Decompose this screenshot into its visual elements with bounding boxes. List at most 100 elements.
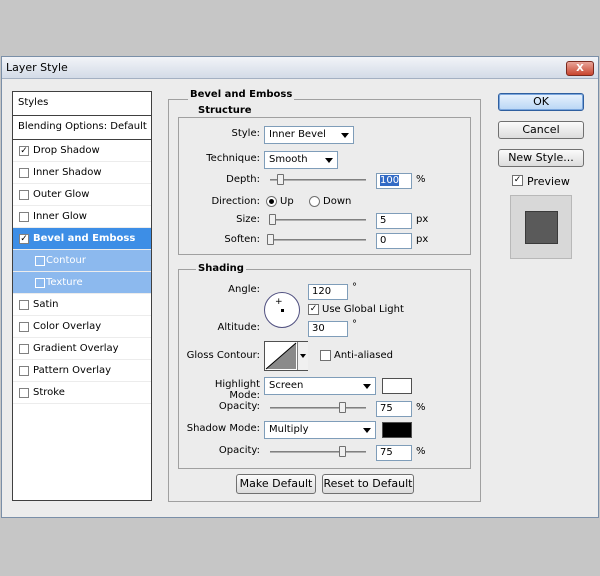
styles-list: Styles Blending Options: Default ✓ Drop S… [12, 91, 152, 501]
technique-value: Smooth [269, 154, 308, 165]
contour-preview-icon [265, 342, 297, 370]
highlight-opacity-input[interactable]: 75 [376, 401, 412, 417]
highlight-color-swatch[interactable] [382, 378, 412, 394]
depth-value: 100 [380, 175, 400, 186]
gloss-contour-picker[interactable] [264, 341, 308, 371]
direction-down-label: Down [323, 196, 352, 207]
shadow-color-swatch[interactable] [382, 422, 412, 438]
styles-header-label: Styles [18, 97, 49, 108]
style-item-label: Gradient Overlay [33, 343, 119, 354]
styles-header[interactable]: Styles [13, 92, 151, 116]
style-select[interactable]: Inner Bevel [264, 126, 354, 144]
anti-aliased-checkbox[interactable] [320, 350, 331, 361]
checkbox[interactable] [19, 388, 29, 398]
highlight-mode-select[interactable]: Screen [264, 377, 376, 395]
style-item-inner-glow[interactable]: Inner Glow [13, 206, 151, 228]
style-item-satin[interactable]: Satin [13, 294, 151, 316]
blending-options-label: Blending Options: Default [18, 121, 147, 132]
style-item-label: Color Overlay [33, 321, 102, 332]
angle-label: Angle: [228, 284, 260, 295]
style-item-label: Stroke [33, 387, 65, 398]
preview-box [510, 195, 572, 259]
size-unit: px [416, 214, 429, 225]
cancel-button[interactable]: Cancel [498, 121, 584, 139]
direction-down-radio[interactable] [309, 196, 320, 207]
shadow-opacity-track[interactable] [270, 451, 366, 453]
global-light-checkbox[interactable]: ✓ [308, 304, 319, 315]
style-item-pattern-overlay[interactable]: Pattern Overlay [13, 360, 151, 382]
checkbox[interactable] [19, 300, 29, 310]
shadow-opacity-label: Opacity: [218, 445, 260, 456]
checkbox[interactable] [19, 322, 29, 332]
shading-title: Shading [196, 263, 246, 274]
size-slider-thumb[interactable] [268, 214, 276, 225]
direction-up-label: Up [280, 196, 294, 207]
make-default-button[interactable]: Make Default [236, 474, 316, 494]
preview-label: Preview [527, 175, 570, 188]
window-title: Layer Style [6, 61, 68, 74]
close-button[interactable]: X [566, 61, 594, 76]
style-item-contour[interactable]: Contour [13, 250, 151, 272]
angle-dial[interactable]: + [264, 292, 300, 328]
ok-button[interactable]: OK [498, 93, 584, 111]
checkbox[interactable] [19, 344, 29, 354]
style-item-bevel-and-emboss[interactable]: ✓ Bevel and Emboss [13, 228, 151, 250]
checkbox[interactable] [19, 212, 29, 222]
style-item-inner-shadow[interactable]: Inner Shadow [13, 162, 151, 184]
checkbox[interactable] [35, 278, 45, 288]
angle-input[interactable]: 120 [308, 284, 348, 300]
style-item-label: Inner Glow [33, 211, 87, 222]
style-item-color-overlay[interactable]: Color Overlay [13, 316, 151, 338]
soften-slider-track[interactable] [270, 239, 366, 241]
checkbox[interactable] [19, 168, 29, 178]
style-item-drop-shadow[interactable]: ✓ Drop Shadow [13, 140, 151, 162]
gloss-contour-dropdown[interactable] [297, 342, 308, 370]
shadow-opacity-thumb[interactable] [339, 446, 346, 457]
checkbox[interactable]: ✓ [19, 146, 29, 156]
size-slider-track[interactable] [270, 219, 366, 221]
new-style-button[interactable]: New Style... [498, 149, 584, 167]
style-item-label: Satin [33, 299, 59, 310]
style-item-label: Bevel and Emboss [33, 233, 136, 244]
highlight-mode-label: Highlight Mode: [214, 379, 260, 401]
bevel-emboss-title: Bevel and Emboss [188, 89, 295, 100]
style-item-stroke[interactable]: Stroke [13, 382, 151, 404]
checkbox[interactable] [35, 256, 45, 266]
preview-checkbox[interactable]: ✓ [512, 175, 523, 186]
soften-label: Soften: [224, 234, 260, 245]
global-light-label: Use Global Light [322, 304, 404, 315]
chevron-down-icon [300, 354, 306, 358]
anti-aliased-label: Anti-aliased [334, 350, 394, 361]
soften-slider-thumb[interactable] [267, 234, 274, 245]
style-item-label: Texture [46, 277, 83, 288]
structure-title: Structure [196, 105, 254, 116]
altitude-input[interactable]: 30 [308, 321, 348, 337]
title-bar[interactable]: Layer Style X [2, 57, 598, 79]
highlight-opacity-track[interactable] [270, 407, 366, 409]
technique-select[interactable]: Smooth [264, 151, 338, 169]
depth-slider-track[interactable] [270, 179, 366, 181]
checkbox[interactable] [19, 366, 29, 376]
depth-slider-thumb[interactable] [276, 174, 284, 185]
reset-to-default-button[interactable]: Reset to Default [322, 474, 414, 494]
style-item-label: Inner Shadow [33, 167, 102, 178]
style-item-outer-glow[interactable]: Outer Glow [13, 184, 151, 206]
style-item-texture[interactable]: Texture [13, 272, 151, 294]
altitude-unit: ° [352, 319, 357, 330]
soften-input[interactable]: 0 [376, 233, 412, 249]
preview-swatch [525, 211, 558, 244]
highlight-opacity-unit: % [416, 402, 426, 413]
direction-up-radio[interactable] [266, 196, 277, 207]
shadow-mode-select[interactable]: Multiply [264, 421, 376, 439]
highlight-mode-value: Screen [269, 380, 304, 391]
depth-input[interactable]: 100 [376, 173, 412, 189]
layer-style-dialog: Layer Style X Styles Blending Options: D… [1, 56, 599, 518]
blending-options-item[interactable]: Blending Options: Default [13, 116, 151, 140]
highlight-opacity-thumb[interactable] [339, 402, 346, 413]
checkbox[interactable] [19, 190, 29, 200]
style-item-label: Drop Shadow [33, 145, 100, 156]
checkbox[interactable]: ✓ [19, 234, 29, 244]
style-item-gradient-overlay[interactable]: Gradient Overlay [13, 338, 151, 360]
shadow-opacity-input[interactable]: 75 [376, 445, 412, 461]
size-input[interactable]: 5 [376, 213, 412, 229]
